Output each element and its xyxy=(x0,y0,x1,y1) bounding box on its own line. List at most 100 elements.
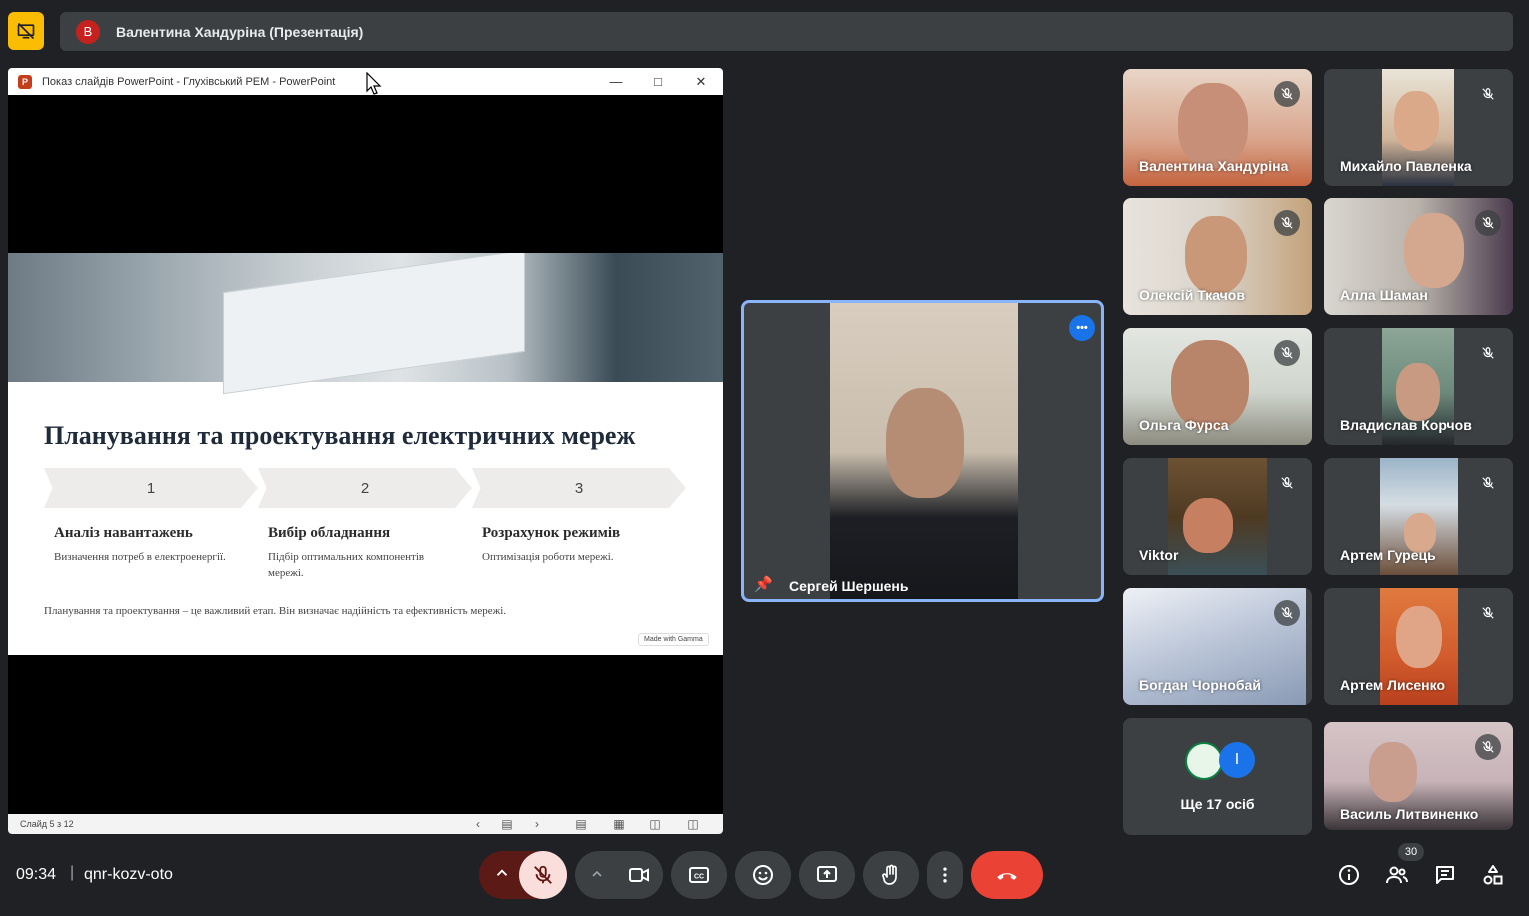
minimize-icon: — xyxy=(609,74,623,89)
mic-off-icon xyxy=(534,865,552,884)
powerpoint-icon: P xyxy=(18,74,32,89)
chat-icon xyxy=(1436,866,1454,884)
speaker-name: Сергей Шершень xyxy=(789,578,909,594)
normal-view-icon: ▤ xyxy=(575,817,587,831)
raise-hand-button[interactable] xyxy=(863,851,919,899)
close-button[interactable]: ✕ xyxy=(681,68,721,95)
presenter-avatar: В xyxy=(76,19,100,44)
participant-face xyxy=(1178,83,1248,168)
participant-face xyxy=(1185,216,1247,294)
participant-tile[interactable]: Ольга Фурса xyxy=(1123,328,1312,445)
step-desc-1: Визначення потреб в електроенергії. xyxy=(54,551,226,563)
speaker-face xyxy=(886,388,964,498)
people-count-badge: 30 xyxy=(1398,843,1424,861)
mic-options-button[interactable] xyxy=(493,864,511,882)
participant-tile[interactable]: Василь Литвиненко xyxy=(1324,722,1513,830)
participant-tile[interactable]: Владислав Корчов xyxy=(1324,328,1513,445)
participant-tile[interactable]: Олексій Ткачов xyxy=(1123,198,1312,315)
step-chevron-3: 3 xyxy=(472,468,686,508)
mic-off-icon xyxy=(1274,210,1300,236)
pin-icon[interactable]: 📌 xyxy=(754,575,773,593)
reactions-button[interactable] xyxy=(735,851,791,899)
participant-tile[interactable]: Артем Гурець xyxy=(1324,458,1513,575)
step-title-3: Розрахунок режимів xyxy=(482,525,621,541)
chevron-up-icon xyxy=(592,870,602,877)
camera-toggle-button[interactable] xyxy=(615,851,663,899)
chat-button[interactable] xyxy=(1432,862,1458,888)
slide-sorter-button[interactable]: ▦ xyxy=(608,814,630,834)
participant-name: Владислав Корчов xyxy=(1340,417,1472,433)
hand-icon xyxy=(882,864,897,885)
slide-menu-button[interactable]: ▤ xyxy=(496,814,518,834)
mic-off-icon xyxy=(1475,600,1501,626)
maximize-icon: □ xyxy=(654,74,662,89)
grid-icon: ▦ xyxy=(613,817,625,831)
participant-name: Василь Литвиненко xyxy=(1340,806,1479,822)
slide-menu-icon: ▤ xyxy=(501,817,513,831)
maximize-button[interactable]: □ xyxy=(638,68,678,95)
participant-face xyxy=(1396,363,1440,421)
next-slide-button[interactable]: › xyxy=(526,814,548,834)
stop-presenting-button[interactable] xyxy=(8,12,44,50)
presenter-banner: В Валентина Хандуріна (Презентація) xyxy=(60,12,1513,51)
mouse-cursor-icon xyxy=(366,72,382,95)
gamma-badge[interactable]: Made with Gamma xyxy=(638,633,709,646)
participant-avatar: I xyxy=(1219,742,1255,778)
chevron-right-icon: › xyxy=(535,817,539,831)
slide-heading: Планування та проектування електричних м… xyxy=(44,421,636,450)
normal-view-button[interactable]: ▤ xyxy=(570,814,592,834)
participant-name: Олексій Ткачов xyxy=(1139,287,1245,303)
chevron-left-icon: ‹ xyxy=(476,817,480,831)
close-icon: ✕ xyxy=(695,73,707,89)
participant-name: Артем Гурець xyxy=(1340,547,1436,563)
participant-tile[interactable]: Алла Шаман xyxy=(1324,198,1513,315)
mic-toggle-button[interactable] xyxy=(519,851,567,899)
present-button[interactable] xyxy=(799,851,855,899)
prev-slide-button[interactable]: ‹ xyxy=(467,814,489,834)
captions-icon: CC xyxy=(689,867,709,883)
participant-tile[interactable]: Михайло Павленка xyxy=(1324,69,1513,186)
mic-off-icon xyxy=(1475,340,1501,366)
participant-tile[interactable]: Артем Лисенко xyxy=(1324,588,1513,705)
more-options-button[interactable] xyxy=(927,851,963,899)
participant-face xyxy=(1404,213,1464,288)
shapes-icon xyxy=(1483,865,1503,885)
ppt-window-title: Показ слайдів PowerPoint - Глухівський Р… xyxy=(42,75,336,88)
present-icon xyxy=(817,866,837,882)
speaker-video xyxy=(830,303,1018,599)
speaker-tile[interactable]: ••• 📌 Сергей Шершень xyxy=(741,300,1104,602)
step-chevron-1: 1 xyxy=(44,468,258,508)
participant-tile[interactable]: Богдан Чорнобай xyxy=(1123,588,1312,705)
mic-off-icon xyxy=(1475,734,1501,760)
more-vert-icon xyxy=(943,867,947,883)
slide-footer-text: Планування та проектування – це важливий… xyxy=(44,605,507,617)
people-button[interactable] xyxy=(1384,862,1410,888)
activities-button[interactable] xyxy=(1480,862,1506,888)
projector-icon: ◫ xyxy=(687,817,699,831)
participant-face xyxy=(1394,91,1439,151)
more-participants-label: Ще 17 осіб xyxy=(1180,796,1255,812)
step-chevron-2: 2 xyxy=(258,468,472,508)
reading-view-button[interactable]: ◫ xyxy=(644,814,666,834)
step-desc-3: Оптимізація роботи мережі. xyxy=(482,551,614,563)
book-icon: ◫ xyxy=(649,817,661,831)
participant-name: Алла Шаман xyxy=(1340,287,1428,303)
step-desc-2: Підбір оптимальних компонентів мережі. xyxy=(268,551,425,579)
participant-name: Артем Лисенко xyxy=(1340,677,1446,693)
meeting-info-button[interactable] xyxy=(1336,862,1362,888)
participant-name: Михайло Павленка xyxy=(1340,158,1472,174)
leave-call-button[interactable] xyxy=(971,851,1043,899)
participant-tile[interactable]: Валентина Хандуріна xyxy=(1123,69,1312,186)
captions-button[interactable]: CC xyxy=(671,851,727,899)
participant-face xyxy=(1183,498,1233,553)
slideshow-button[interactable]: ◫ xyxy=(682,814,704,834)
more-participants-tile[interactable]: I Ще 17 осіб xyxy=(1123,718,1312,835)
camera-options-button[interactable] xyxy=(589,866,605,882)
speaking-indicator-icon: ••• xyxy=(1069,315,1095,341)
camera-icon xyxy=(629,868,649,882)
separator: | xyxy=(70,864,75,881)
participant-tile[interactable]: Viktor xyxy=(1123,458,1312,575)
minimize-button[interactable]: — xyxy=(596,68,636,95)
meeting-code: qnr-kozv-oto xyxy=(84,866,173,883)
participant-name: Ольга Фурса xyxy=(1139,417,1229,433)
